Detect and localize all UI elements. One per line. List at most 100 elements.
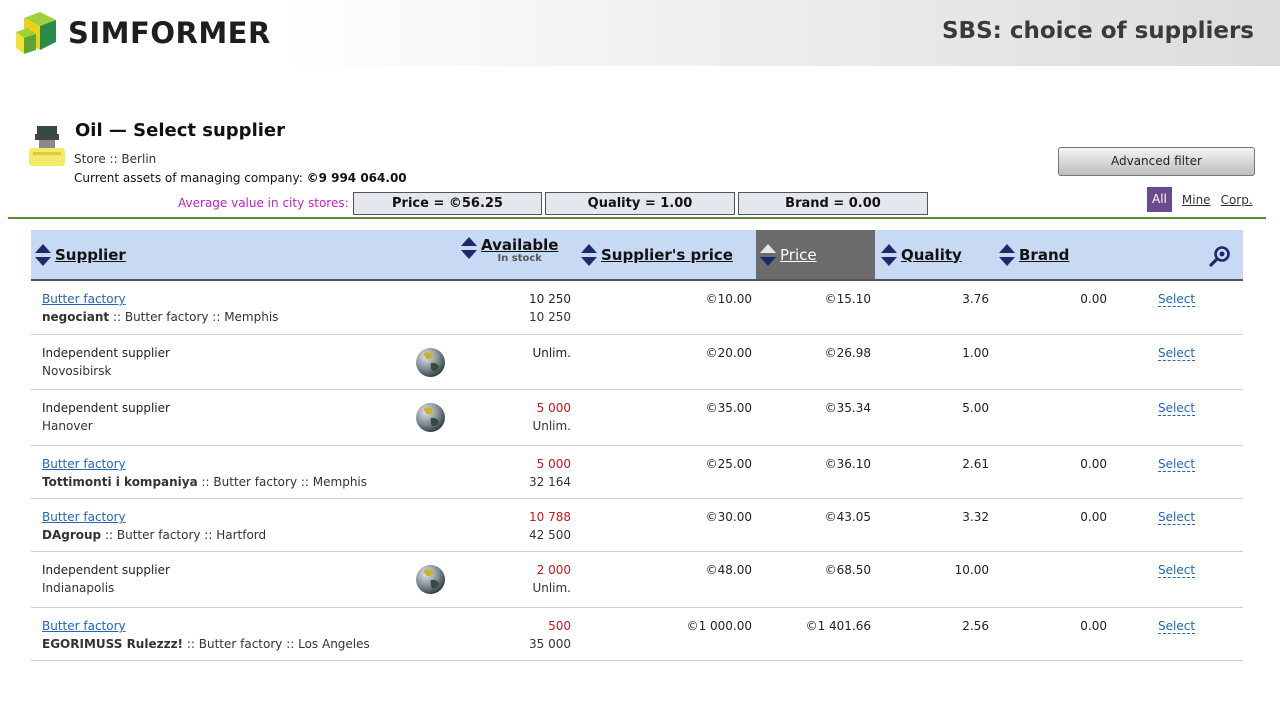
quality-value: 2.61 [962, 457, 989, 471]
supplier-company: Tottimonti i kompaniya [42, 475, 198, 489]
table-row: Independent supplier Novosibirsk Unlim. … [31, 336, 1243, 390]
avg-price-box: Price = ©56.25 [353, 192, 542, 215]
assets-value: ©9 994 064.00 [306, 171, 407, 185]
select-button[interactable]: Select [1158, 510, 1196, 525]
select-button[interactable]: Select [1158, 346, 1196, 361]
simformer-logo: SIMFORMER [14, 10, 271, 56]
column-quality[interactable]: Quality [881, 230, 962, 279]
divider [8, 217, 1266, 219]
supplier-price-value: ©10.00 [705, 292, 752, 306]
quality-value: 10.00 [954, 563, 989, 577]
available-value: Unlim. [532, 346, 571, 360]
current-assets: Current assets of managing company: ©9 9… [74, 171, 407, 185]
brand-value: 0.00 [1080, 619, 1107, 633]
avg-quality-box: Quality = 1.00 [545, 192, 735, 215]
sort-icon[interactable] [881, 243, 897, 267]
column-brand-label[interactable]: Brand [1019, 246, 1069, 264]
table-row: Independent supplier Indianapolis 2 000 … [31, 553, 1243, 608]
available-value: 500 [548, 619, 571, 633]
price-value: ©35.34 [824, 401, 871, 415]
table-row: Independent supplier Hanover 5 000 Unlim… [31, 391, 1243, 446]
select-button[interactable]: Select [1158, 457, 1196, 472]
column-quality-label[interactable]: Quality [901, 246, 962, 264]
stock-value: 35 000 [529, 637, 571, 651]
supplier-location: Novosibirsk [42, 364, 112, 378]
stock-value: 10 250 [529, 310, 571, 324]
supplier-price-value: ©30.00 [705, 510, 752, 524]
supplier-name: Independent supplier [42, 346, 170, 360]
table-row: Butter factory Tottimonti i kompaniya ::… [31, 447, 1243, 499]
supplier-detail: Hanover [42, 419, 93, 433]
brand-value: 0.00 [1080, 510, 1107, 524]
supplier-price-value: ©1 000.00 [686, 619, 752, 633]
quality-value: 3.32 [962, 510, 989, 524]
sort-icon[interactable] [760, 243, 776, 267]
sort-icon[interactable] [581, 243, 597, 267]
stock-value: 42 500 [529, 528, 571, 542]
column-supplier-price-label[interactable]: Supplier's price [601, 246, 733, 264]
tab-corp[interactable]: Corp. [1221, 193, 1253, 207]
store-location: Store :: Berlin [74, 152, 157, 166]
globe-icon [416, 565, 445, 594]
table-row: Butter factory negociant :: Butter facto… [31, 283, 1243, 335]
column-price-label[interactable]: Price [780, 246, 817, 264]
column-available-label[interactable]: Available [481, 236, 558, 254]
price-value: ©36.10 [824, 457, 871, 471]
supplier-link[interactable]: Butter factory [42, 619, 126, 633]
banner-title: SBS: choice of suppliers [941, 18, 1254, 44]
search-icon[interactable] [1208, 244, 1232, 268]
column-brand[interactable]: Brand [999, 230, 1069, 279]
available-value: 5 000 [536, 457, 571, 471]
tab-mine[interactable]: Mine [1182, 193, 1211, 207]
table-row: Butter factory EGORIMUSS Rulezzz! :: But… [31, 609, 1243, 661]
globe-icon [416, 348, 445, 377]
available-value: 5 000 [536, 401, 571, 415]
column-available[interactable]: Available In stock [461, 230, 558, 279]
supplier-detail: negociant :: Butter factory :: Memphis [42, 310, 278, 324]
select-button[interactable]: Select [1158, 401, 1196, 416]
supplier-location: :: Butter factory :: Los Angeles [183, 637, 370, 651]
table-header: Supplier Available In stock Supplier's p… [31, 230, 1243, 281]
logo-cube-icon [16, 12, 56, 54]
supplier-company: negociant [42, 310, 110, 324]
supplier-name: Independent supplier [42, 401, 170, 415]
page-title: Oil — Select supplier [75, 120, 285, 141]
sort-icon[interactable] [461, 236, 477, 260]
available-value: 2 000 [536, 563, 571, 577]
average-value-label: Average value in city stores: [178, 196, 349, 210]
stock-value: Unlim. [532, 419, 571, 433]
column-supplier-label[interactable]: Supplier [55, 246, 126, 264]
store-icon [29, 126, 65, 166]
select-button[interactable]: Select [1158, 619, 1196, 634]
price-value: ©15.10 [824, 292, 871, 306]
column-supplier[interactable]: Supplier [35, 230, 126, 279]
sort-icon[interactable] [35, 243, 51, 267]
advanced-filter-button[interactable]: Advanced filter [1058, 147, 1255, 176]
price-value: ©26.98 [824, 346, 871, 360]
supplier-detail: DAgroup :: Butter factory :: Hartford [42, 528, 266, 542]
stock-value: Unlim. [532, 581, 571, 595]
price-value: ©43.05 [824, 510, 871, 524]
supplier-link[interactable]: Butter factory [42, 457, 126, 471]
logo-text: SIMFORMER [68, 16, 271, 50]
supplier-location: :: Butter factory :: Memphis [197, 475, 368, 489]
select-button[interactable]: Select [1158, 292, 1196, 307]
column-supplier-price[interactable]: Supplier's price [581, 230, 733, 279]
supplier-link[interactable]: Butter factory [42, 510, 126, 524]
tab-all[interactable]: All [1147, 187, 1172, 212]
stock-value: 32 164 [529, 475, 571, 489]
select-button[interactable]: Select [1158, 563, 1196, 578]
sort-icon[interactable] [999, 243, 1015, 267]
column-price[interactable]: Price [756, 230, 875, 279]
column-in-stock-label: In stock [497, 253, 542, 264]
supplier-location: :: Butter factory :: Memphis [109, 310, 279, 324]
price-value: ©1 401.66 [805, 619, 871, 633]
supplier-location: Hanover [42, 419, 93, 433]
supplier-location: Indianapolis [42, 581, 115, 595]
supplier-price-value: ©35.00 [705, 401, 752, 415]
supplier-detail: Novosibirsk [42, 364, 111, 378]
supplier-link[interactable]: Butter factory [42, 292, 126, 306]
top-banner: SIMFORMER SBS: choice of suppliers [0, 0, 1280, 66]
assets-label: Current assets of managing company: [74, 171, 303, 185]
supplier-price-value: ©48.00 [705, 563, 752, 577]
